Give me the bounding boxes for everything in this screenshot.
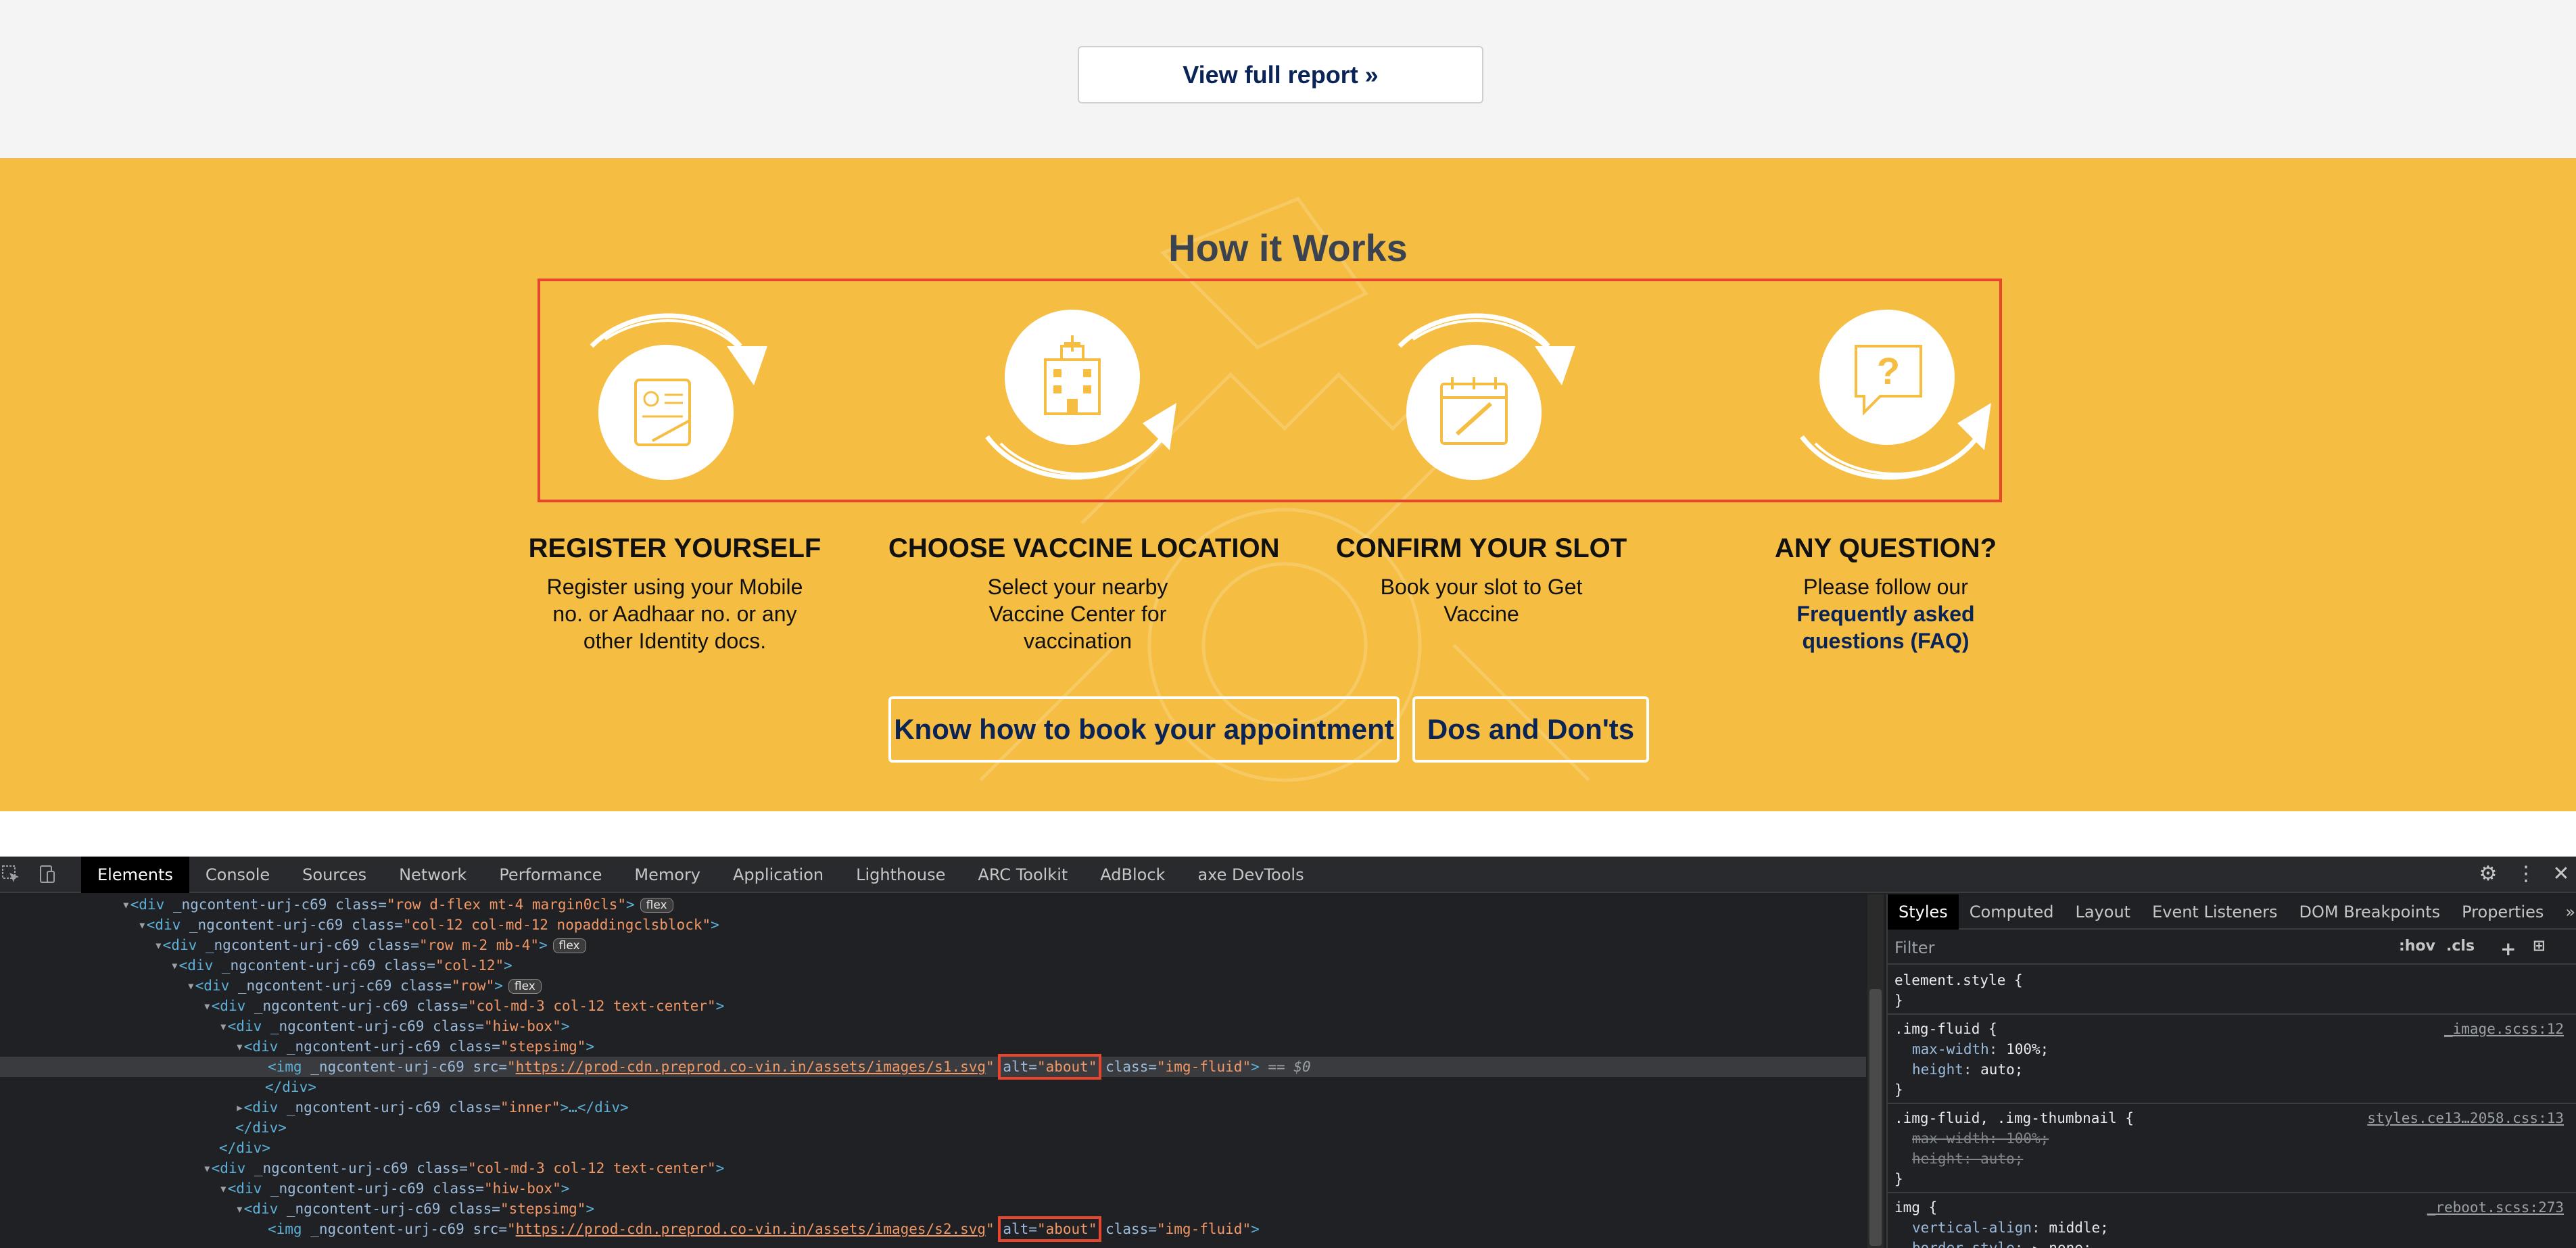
dom-node[interactable]: ▾<div _ngcontent-urj-c69 class="stepsimg… bbox=[235, 1199, 594, 1219]
step-title: REGISTER YOURSELF bbox=[528, 533, 821, 563]
tab-application[interactable]: Application bbox=[717, 857, 840, 893]
step-description: Select your nearby Vaccine Center for va… bbox=[987, 575, 1168, 653]
dom-node[interactable]: ▾<div _ngcontent-urj-c69 class="col-12"> bbox=[170, 955, 512, 976]
dom-node[interactable]: <img _ngcontent-urj-c69 src="https://pro… bbox=[268, 1216, 1260, 1242]
styles-pane: Styles Computed Layout Event Listeners D… bbox=[1886, 894, 2576, 1248]
tab-event-listeners[interactable]: Event Listeners bbox=[2141, 894, 2288, 930]
tab-adblock[interactable]: AdBlock bbox=[1084, 857, 1181, 893]
css-rule-element-style: element.style { } bbox=[1894, 972, 2023, 1009]
dom-node[interactable]: ▾<div _ngcontent-urj-c69 class="row m-2 … bbox=[154, 935, 586, 955]
tab-performance[interactable]: Performance bbox=[483, 857, 618, 893]
tab-console[interactable]: Console bbox=[189, 857, 286, 893]
styles-filter-row: :hov .cls + ⊞ bbox=[1888, 931, 2576, 965]
dos-and-donts-button[interactable]: Dos and Don'ts bbox=[1412, 696, 1649, 763]
step-description: Book your slot to Get Vaccine bbox=[1380, 575, 1583, 626]
how-it-works-section: How it Works ? REGISTER YOURSELF Registe… bbox=[0, 158, 2576, 811]
step-title: CONFIRM YOUR SLOT bbox=[1335, 533, 1627, 563]
dom-node[interactable]: ▾<div _ngcontent-urj-c69 class="col-md-3… bbox=[203, 1158, 724, 1178]
question-bubble-icon: ? bbox=[1788, 302, 2005, 491]
step-confirm-slot: CONFIRM YOUR SLOT Book your slot to Get … bbox=[1292, 531, 1671, 627]
dom-node[interactable]: ▾<div _ngcontent-urj-c69 class="row"> fle… bbox=[187, 976, 542, 996]
faq-link[interactable]: Frequently asked questions (FAQ) bbox=[1796, 602, 1974, 653]
dom-node[interactable]: </div> bbox=[265, 1077, 316, 1097]
tab-dom-breakpoints[interactable]: DOM Breakpoints bbox=[2289, 894, 2452, 930]
rule-divider bbox=[1888, 1013, 2576, 1015]
know-how-to-book-button[interactable]: Know how to book your appointment bbox=[888, 696, 1400, 763]
step-register: REGISTER YOURSELF Register using your Mo… bbox=[485, 531, 864, 654]
tab-elements[interactable]: Elements bbox=[81, 857, 189, 893]
styles-filter-input[interactable] bbox=[1894, 936, 2381, 959]
register-id-card-icon bbox=[571, 306, 788, 495]
step-any-question: ANY QUESTION? Please follow our Frequent… bbox=[1696, 531, 2075, 654]
tab-arc-toolkit[interactable]: ARC Toolkit bbox=[961, 857, 1084, 893]
dom-tree-scrollbar[interactable] bbox=[1867, 894, 1884, 1248]
tab-computed[interactable]: Computed bbox=[1959, 894, 2065, 930]
source-link[interactable]: _image.scss:12 bbox=[2444, 1019, 2564, 1039]
tab-memory[interactable]: Memory bbox=[618, 857, 717, 893]
cls-toggle[interactable]: .cls bbox=[2446, 938, 2475, 955]
dom-node[interactable]: ▾<div _ngcontent-urj-c69 class="hiw-box"… bbox=[219, 1016, 569, 1036]
dom-node[interactable]: </div> bbox=[219, 1138, 270, 1158]
page-bottom-band bbox=[0, 811, 2576, 857]
dom-node-selected[interactable]: <img _ngcontent-urj-c69 src="https://pro… bbox=[0, 1054, 1866, 1080]
more-options-icon[interactable]: ⋮ bbox=[2515, 863, 2537, 885]
hospital-icon bbox=[974, 302, 1190, 491]
hov-toggle[interactable]: :hov bbox=[2399, 938, 2435, 955]
step-choose-location: CHOOSE VACCINE LOCATION Select your near… bbox=[888, 531, 1280, 654]
settings-gear-icon[interactable]: ⚙ bbox=[2477, 863, 2499, 885]
tab-sources[interactable]: Sources bbox=[286, 857, 383, 893]
toggle-sidebar-icon[interactable]: ⊞ bbox=[2533, 938, 2545, 955]
inspect-element-icon[interactable] bbox=[0, 863, 22, 885]
tab-layout[interactable]: Layout bbox=[2064, 894, 2141, 930]
tab-network[interactable]: Network bbox=[383, 857, 483, 893]
devtools-tab-bar: Elements Console Sources Network Perform… bbox=[0, 857, 2576, 893]
step-description: Please follow our Frequently asked quest… bbox=[1696, 573, 2075, 654]
styles-pane-tabs: Styles Computed Layout Event Listeners D… bbox=[1888, 894, 2576, 930]
dom-tree[interactable]: ▾<div _ngcontent-urj-c69 class="row d-fl… bbox=[0, 894, 1866, 1248]
rule-divider bbox=[1888, 1103, 2576, 1104]
tab-lighthouse[interactable]: Lighthouse bbox=[840, 857, 961, 893]
css-rule-img-fluid: .img-fluid {_image.scss:12 max-width: 10… bbox=[1894, 1019, 2571, 1100]
close-devtools-icon[interactable]: ✕ bbox=[2550, 863, 2572, 885]
step-title: ANY QUESTION? bbox=[1774, 533, 1997, 563]
step-title: CHOOSE VACCINE LOCATION bbox=[888, 533, 1280, 563]
how-it-works-title: How it Works bbox=[1168, 226, 1408, 269]
more-tabs-icon[interactable]: » bbox=[2554, 894, 2576, 930]
tab-styles[interactable]: Styles bbox=[1888, 894, 1959, 930]
new-rule-icon[interactable]: + bbox=[2500, 938, 2516, 960]
report-section: View full report » bbox=[0, 0, 2576, 158]
dom-node[interactable]: ▾<div _ngcontent-urj-c69 class="stepsimg… bbox=[235, 1036, 594, 1057]
dom-node[interactable]: ▾<div _ngcontent-urj-c69 class="col-12 c… bbox=[138, 915, 719, 935]
svg-text:?: ? bbox=[1877, 350, 1900, 392]
dom-node[interactable]: ▾<div _ngcontent-urj-c69 class="hiw-box"… bbox=[219, 1178, 569, 1199]
css-rule-img-thumbnail: .img-fluid, .img-thumbnail {styles.ce13…… bbox=[1894, 1108, 2571, 1189]
dom-node[interactable]: ▾<div _ngcontent-urj-c69 class="col-md-3… bbox=[203, 996, 724, 1016]
dom-node[interactable]: </div> bbox=[235, 1118, 287, 1138]
dom-node[interactable]: ▾<div _ngcontent-urj-c69 class="row d-fl… bbox=[122, 894, 673, 915]
rule-divider bbox=[1888, 1192, 2576, 1193]
source-link[interactable]: _reboot.scss:273 bbox=[2427, 1197, 2564, 1218]
device-toolbar-icon[interactable] bbox=[37, 863, 58, 885]
source-link[interactable]: styles.ce13…2058.css:13 bbox=[2367, 1108, 2564, 1128]
tab-axe-devtools[interactable]: axe DevTools bbox=[1181, 857, 1320, 893]
dom-node[interactable]: ▸<div _ngcontent-urj-c69 class="inner">…… bbox=[235, 1097, 629, 1118]
step-description: Register using your Mobile no. or Aadhaa… bbox=[546, 575, 803, 653]
scrollbar-thumb[interactable] bbox=[1869, 989, 1882, 1246]
view-full-report-button[interactable]: View full report » bbox=[1078, 46, 1483, 103]
css-rule-img: img {_reboot.scss:273 vertical-align: mi… bbox=[1894, 1197, 2571, 1248]
calendar-icon bbox=[1379, 306, 1596, 495]
faq-prefix: Please follow our bbox=[1803, 575, 1968, 599]
tab-properties[interactable]: Properties bbox=[2451, 894, 2554, 930]
devtools-panel: Elements Console Sources Network Perform… bbox=[0, 857, 2576, 1248]
devtools-tabs: Elements Console Sources Network Perform… bbox=[81, 857, 1320, 893]
